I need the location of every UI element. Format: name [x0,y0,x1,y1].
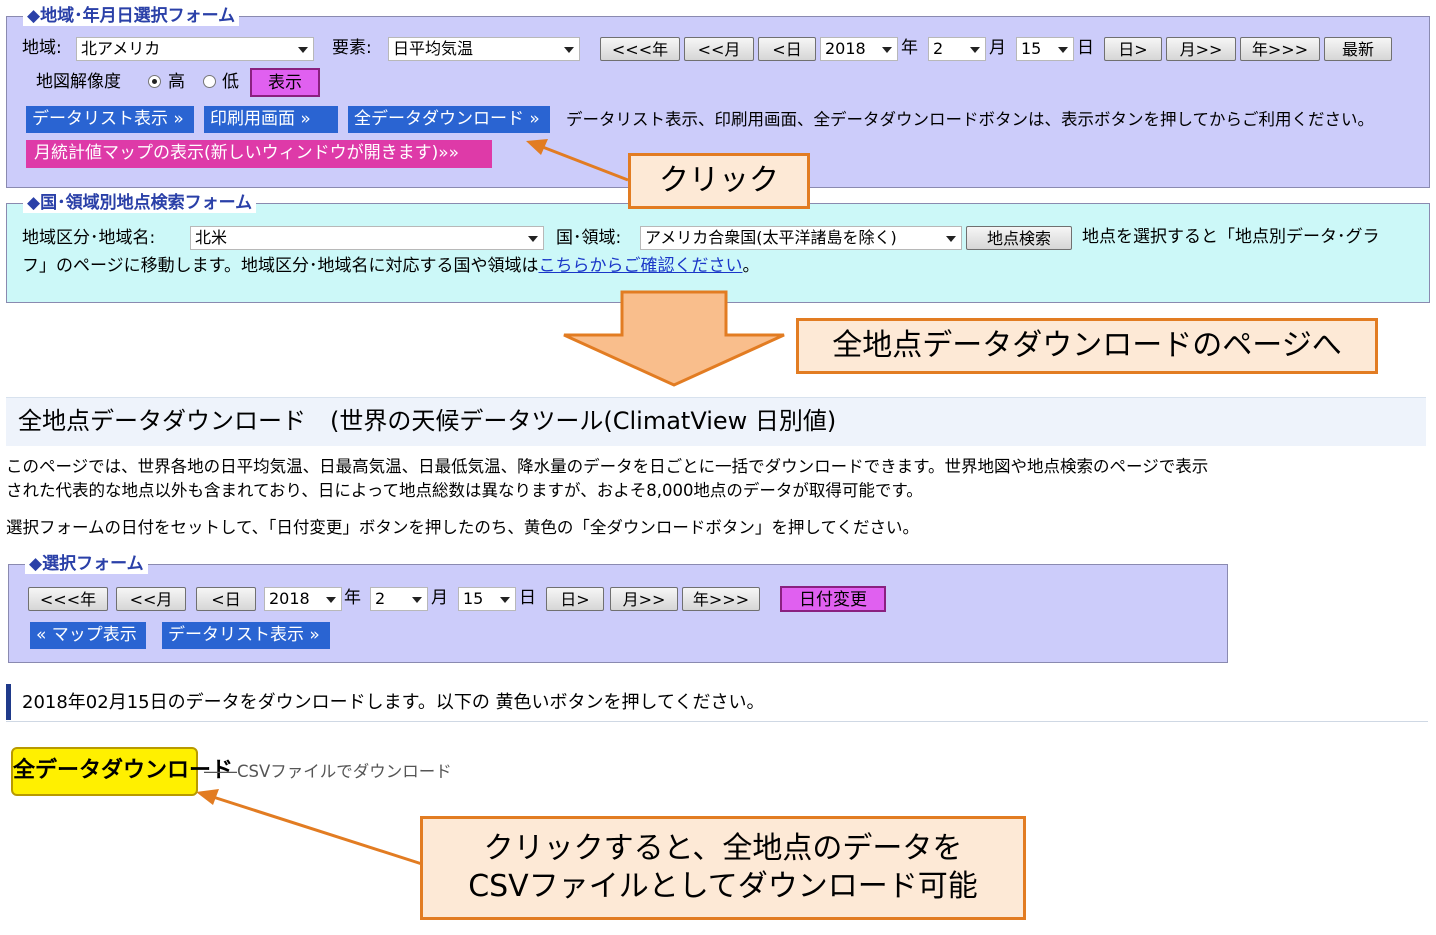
p2-datalist-button[interactable]: データリスト表示 » [162,622,330,649]
heading-underline [6,721,1428,722]
p2-year-select-value: 2018 [269,589,310,608]
chevron-down-icon [500,597,510,603]
csv-download-note: ――CSVファイルでダウンロード [204,762,452,781]
p2-next-month-button[interactable]: 月>> [610,587,678,611]
chevron-down-icon [412,597,422,603]
p2-day-unit: 日 [519,588,536,608]
final-callout-line1: クリックすると、全地点のデータを [483,831,963,866]
p2-year-select[interactable]: 2018 [264,587,342,611]
click-callout: クリック [628,153,810,209]
page-description-line2: された代表的な地点以外も含まれており、日によって地点総数は異なりますが、およそ8… [6,481,923,500]
to-page-callout: 全地点データダウンロードのページへ [796,318,1378,374]
change-date-button[interactable]: 日付変更 [780,586,886,612]
p2-prev-day-button[interactable]: <日 [196,587,256,611]
download-heading: 2018年02月15日のデータをダウンロードします。以下の 黄色いボタンを押して… [22,692,765,713]
p2-prev-month-button[interactable]: <<月 [116,587,186,611]
selection-form-legend: ◆選択フォーム [25,554,148,574]
chevron-down-icon [326,597,336,603]
p2-month-select-value: 2 [375,589,386,608]
p2-day-select[interactable]: 15 [458,587,516,611]
final-callout-line2: CSVファイルとしてダウンロード可能 [468,869,978,904]
click-pointer-arrow [526,139,629,182]
download-pointer-arrow [196,789,423,866]
page-description-line1: このページでは、世界各地の日平均気温、日最高気温、日最低気温、降水量のデータを日… [6,457,1209,476]
heading-accent-bar [6,684,11,720]
page-title: 全地点データダウンロード (世界の天候データツール(ClimatView 日別値… [18,407,837,435]
p2-month-unit: 月 [431,588,448,608]
yellow-download-all-button[interactable]: 全データダウンロード [11,747,233,796]
p2-prev-year-button[interactable]: <<<年 [28,587,108,611]
p2-next-day-button[interactable]: 日> [546,587,604,611]
p2-next-year-button[interactable]: 年>>> [682,587,760,611]
p2-day-select-value: 15 [463,589,484,608]
down-arrow-icon [563,290,785,387]
final-callout: クリックすると、全地点のデータを CSVファイルとしてダウンロード可能 [420,816,1026,920]
page-instruction: 選択フォームの日付をセットして、「日付変更」ボタンを押したのち、黄色の「全ダウン… [6,518,919,537]
map-view-button[interactable]: « マップ表示 [30,622,146,649]
p2-year-unit: 年 [344,588,361,608]
p2-month-select[interactable]: 2 [370,587,428,611]
